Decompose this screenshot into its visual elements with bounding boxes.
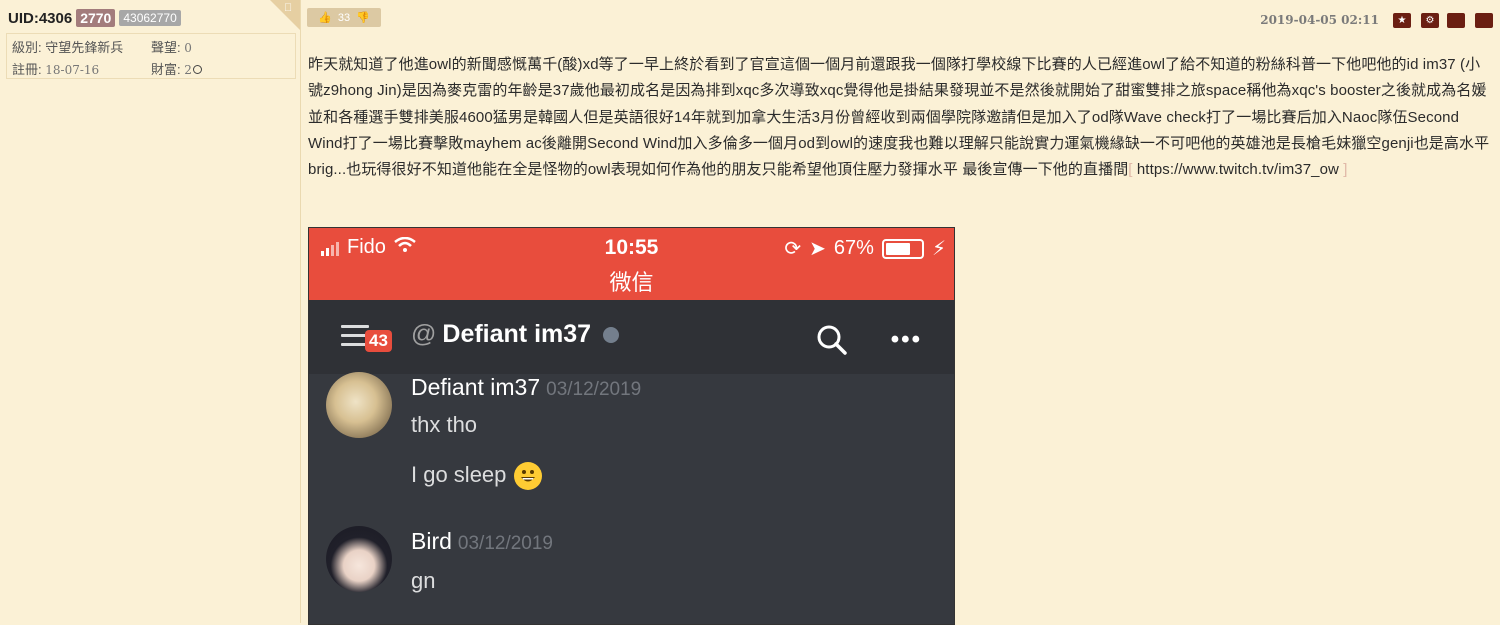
link-bracket-close: ] — [1343, 161, 1348, 179]
app-label: 微信 — [609, 270, 654, 295]
unread-badge: 43 — [365, 330, 392, 352]
like-button[interactable]: 👍 33 👎 — [307, 8, 381, 27]
wealth-label: 財富: — [151, 62, 181, 77]
level-info: 級別: 守望先鋒新兵 — [12, 37, 123, 56]
twitch-link[interactable]: https://www.twitch.tv/im37_ow — [1137, 161, 1339, 178]
charging-icon: ⚡ — [931, 238, 946, 260]
message-author[interactable]: Defiant im37 03/12/2019 — [411, 374, 641, 401]
wealth-info: 財富: 2 — [151, 59, 202, 78]
prestige-label: 聲望: — [151, 40, 181, 55]
message-date: 03/12/2019 — [546, 379, 642, 400]
discord-header: 43 @ Defiant im37 ••• — [309, 300, 954, 374]
battery-icon — [881, 238, 924, 259]
user-panel: UID:4306 2770 43062770  級別: 守望先鋒新兵 聲望: … — [0, 0, 301, 623]
status-right: ⟳ ➤ 67% ⚡ — [784, 236, 946, 261]
user-info-box: 級別: 守望先鋒新兵 聲望: 0 註冊: 18-07-16 財富: 2 — [6, 33, 296, 79]
battery-percent: 67% — [833, 237, 874, 259]
register-info: 註冊: 18-07-16 — [12, 59, 99, 78]
apple-icon:  — [284, 2, 296, 14]
message-date: 03/12/2019 — [457, 533, 553, 554]
level-badge: 2770 — [76, 9, 116, 27]
id-badge: 43062770 — [119, 10, 181, 26]
uid-label[interactable]: UID:4306 — [8, 10, 72, 27]
level-label: 級別: — [12, 40, 42, 55]
embedded-screenshot[interactable]: Fido 10:55 微信 ⟳ ➤ 67% ⚡ 43 @ Defiant im37… — [308, 227, 955, 625]
post-timestamp: 2019-04-05 02:11 — [1260, 13, 1379, 27]
star-icon[interactable]: ★ — [1393, 13, 1411, 28]
message-text: gn — [411, 568, 436, 593]
channel-title: @ Defiant im37 — [411, 320, 620, 349]
like-count: 33 — [337, 11, 351, 24]
message-text: I go sleep — [411, 462, 507, 487]
post-text: 昨天就知道了他進owl的新聞感慨萬千(酸)xd等了一早上終於看到了官宣這個一個月… — [308, 56, 1490, 179]
link-bracket-open: [ — [1128, 161, 1133, 179]
register-label: 註冊: — [12, 62, 42, 77]
search-icon[interactable] — [816, 324, 848, 361]
wealth-value: 2 — [184, 63, 192, 77]
channel-name: Defiant im37 — [442, 320, 592, 348]
author-name: Defiant im37 — [411, 374, 541, 400]
uid-row: UID:4306 2770 43062770 — [8, 9, 181, 27]
rotation-lock-icon: ⟳ — [784, 238, 802, 260]
status-dot-icon — [603, 326, 620, 343]
more-icon[interactable]: ••• — [891, 326, 922, 354]
post-toolbar: 👍 33 👎 2019-04-05 02:11 ★ ⚙ — [307, 8, 1497, 30]
thumbs-up-icon: 👍 — [318, 12, 332, 24]
message-author[interactable]: Bird 03/12/2019 — [411, 528, 553, 555]
message-text: thx tho — [411, 412, 478, 437]
avatar[interactable] — [326, 372, 392, 438]
avatar[interactable] — [326, 526, 392, 592]
grinning-emoji-icon — [514, 462, 543, 491]
author-name: Bird — [411, 528, 452, 554]
post-body: 昨天就知道了他進owl的新聞感慨萬千(酸)xd等了一早上終於看到了官宣這個一個月… — [308, 52, 1493, 183]
prestige-info: 聲望: 0 — [151, 37, 192, 56]
register-value: 18-07-16 — [45, 63, 100, 77]
location-icon: ➤ — [809, 238, 826, 260]
level-value: 守望先鋒新兵 — [45, 40, 124, 55]
thumbs-down-icon: 👎 — [356, 12, 370, 24]
prestige-value: 0 — [184, 41, 192, 55]
gear-icon[interactable]: ⚙ — [1421, 13, 1439, 28]
message-text-with-emoji: I go sleep — [411, 462, 543, 491]
report-icon[interactable] — [1475, 13, 1493, 28]
reply-icon[interactable] — [1447, 13, 1465, 28]
phone-status-bar: Fido 10:55 微信 ⟳ ➤ 67% ⚡ — [309, 228, 954, 300]
at-sign: @ — [411, 320, 437, 348]
coin-icon — [192, 65, 202, 74]
